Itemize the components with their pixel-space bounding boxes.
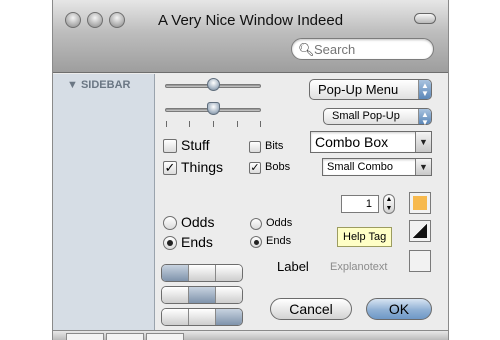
bottom-bar-segment[interactable] xyxy=(66,333,104,340)
segmented-control-1[interactable] xyxy=(161,264,243,282)
segment[interactable] xyxy=(162,287,189,303)
title-bar[interactable]: A Very Nice Window Indeed 🔍︎ xyxy=(53,0,448,73)
cancel-button[interactable]: Cancel xyxy=(270,298,352,320)
label-text: Label xyxy=(277,259,309,274)
checkbox-stuff[interactable] xyxy=(163,139,177,153)
segment[interactable] xyxy=(162,265,189,281)
ok-button[interactable]: OK xyxy=(366,298,432,320)
search-icon: 🔍︎ xyxy=(298,42,315,57)
updown-arrows-icon: ▲ ▼ xyxy=(418,80,431,99)
stepper-arrows[interactable]: ▲ ▼ xyxy=(383,194,395,214)
checkbox-things-label: Things xyxy=(181,159,224,175)
checkbox-bits-label: Bits xyxy=(265,140,284,152)
checkbox-bobs[interactable]: ✓ xyxy=(249,162,261,174)
radio-odds-small[interactable] xyxy=(250,218,262,230)
window: A Very Nice Window Indeed 🔍︎ ▼ SIDEBAR S… xyxy=(52,0,449,340)
radio-ends-small[interactable] xyxy=(250,236,262,248)
sidebar-heading[interactable]: ▼ SIDEBAR xyxy=(67,79,130,91)
slider-tick xyxy=(166,121,167,127)
search-input[interactable] xyxy=(314,41,424,57)
explanation-text: Explanotext xyxy=(330,261,388,273)
color-well-split[interactable] xyxy=(409,220,431,242)
popup-menu-value: Pop-Up Menu xyxy=(318,82,399,97)
combo-box-value: Combo Box xyxy=(315,134,389,150)
checkbox-stuff-label: Stuff xyxy=(181,137,210,153)
small-combo[interactable]: Small Combo ▼ xyxy=(322,158,432,176)
color-well-orange[interactable] xyxy=(409,192,431,214)
radio-ends-large[interactable] xyxy=(163,236,177,250)
radio-odds-large[interactable] xyxy=(163,216,177,230)
bottom-bar-segment[interactable] xyxy=(146,333,184,340)
slider-2-knob[interactable] xyxy=(207,102,220,115)
segment[interactable] xyxy=(189,265,216,281)
small-combo-value: Small Combo xyxy=(327,161,394,173)
segment[interactable] xyxy=(216,265,242,281)
slider-1-knob[interactable] xyxy=(207,78,220,91)
checkbox-bobs-label: Bobs xyxy=(265,161,291,173)
combo-box[interactable]: Combo Box ▼ xyxy=(310,131,432,153)
disclosure-triangle-icon[interactable]: ▼ xyxy=(67,79,78,91)
chevron-down-icon[interactable]: ▼ xyxy=(415,159,431,175)
chevron-down-icon[interactable]: ▼ xyxy=(415,132,431,152)
radio-ends-large-label: Ends xyxy=(181,234,213,250)
slider-tick xyxy=(189,121,190,127)
segment[interactable] xyxy=(216,309,242,325)
segment[interactable] xyxy=(216,287,242,303)
segment[interactable] xyxy=(189,287,216,303)
radio-ends-small-label: Ends xyxy=(266,235,292,247)
search-field[interactable]: 🔍︎ xyxy=(291,38,434,60)
sidebar: ▼ SIDEBAR xyxy=(53,74,155,330)
checkbox-things[interactable]: ✓ xyxy=(163,161,177,175)
slider-tick xyxy=(213,121,214,127)
bottom-bar-segment[interactable] xyxy=(106,333,144,340)
small-popup[interactable]: Small Pop-Up ▲ ▼ xyxy=(323,108,432,127)
sidebar-heading-label: SIDEBAR xyxy=(80,79,131,91)
help-tag: Help Tag xyxy=(337,227,393,247)
segmented-control-2[interactable] xyxy=(161,286,243,304)
slider-tick xyxy=(260,121,261,127)
slider-tick xyxy=(237,121,238,127)
popup-menu[interactable]: Pop-Up Menu ▲ ▼ xyxy=(309,79,432,100)
color-swatch xyxy=(413,196,427,210)
toolbar-toggle-button[interactable] xyxy=(414,13,436,24)
color-well-empty[interactable] xyxy=(409,250,431,272)
segmented-control-3[interactable] xyxy=(161,308,243,326)
segment[interactable] xyxy=(162,309,189,325)
radio-odds-small-label: Odds xyxy=(266,217,293,229)
segment[interactable] xyxy=(189,309,216,325)
window-title: A Very Nice Window Indeed xyxy=(157,12,344,29)
color-swatch xyxy=(413,224,427,238)
stepper-field[interactable]: 1 xyxy=(341,195,379,213)
radio-odds-large-label: Odds xyxy=(181,214,215,230)
updown-arrows-icon: ▲ ▼ xyxy=(418,109,431,127)
small-popup-value: Small Pop-Up xyxy=(332,110,400,122)
checkbox-bits[interactable] xyxy=(249,141,261,153)
